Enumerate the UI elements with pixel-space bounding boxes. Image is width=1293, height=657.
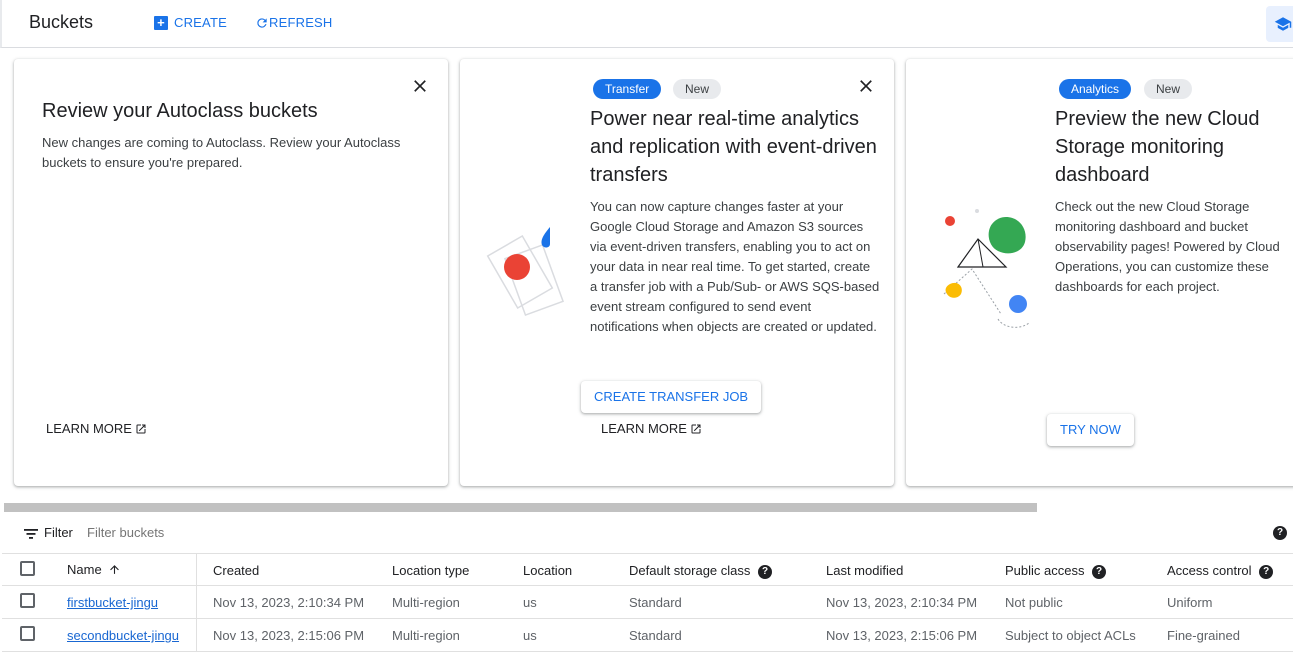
created-cell: Nov 13, 2023, 2:10:34 PM <box>213 595 365 610</box>
refresh-button[interactable]: REFRESH <box>255 15 333 30</box>
learn-button[interactable] <box>1266 6 1293 42</box>
refresh-icon <box>257 17 267 28</box>
table-row: secondbucket-jingu Nov 13, 2023, 2:15:06… <box>2 619 1293 652</box>
table-row: firstbucket-jingu Nov 13, 2023, 2:10:34 … <box>2 586 1293 619</box>
page-title: Buckets <box>29 12 94 32</box>
bucket-name-link[interactable]: firstbucket-jingu <box>67 595 158 610</box>
transfer-chip: Transfer <box>593 79 662 99</box>
page-header: Buckets + CREATE REFRESH <box>0 0 1293 48</box>
table-header-row: Name Created Location type Location Defa… <box>2 553 1293 587</box>
sort-arrow-up-icon <box>109 565 119 574</box>
column-divider <box>196 554 197 587</box>
create-label: CREATE <box>174 15 227 30</box>
column-label: Public access <box>1005 563 1085 578</box>
autoclass-card: Review your Autoclass buckets New change… <box>14 59 448 486</box>
column-header-name[interactable]: Name <box>67 562 121 577</box>
refresh-label: REFRESH <box>269 15 333 30</box>
help-icon[interactable]: ? <box>1273 526 1287 540</box>
new-chip: New <box>673 79 722 99</box>
public-access-cell: Not public <box>1005 595 1063 610</box>
filter-input[interactable] <box>87 525 387 540</box>
learn-more-label: LEARN MORE <box>46 421 132 436</box>
bucket-name-link[interactable]: secondbucket-jingu <box>67 628 179 643</box>
column-header-created[interactable]: Created <box>213 563 259 578</box>
school-hat-icon <box>1274 17 1292 31</box>
learn-more-link[interactable]: LEARN MORE <box>46 421 147 436</box>
column-header-location-type[interactable]: Location type <box>392 563 469 578</box>
created-cell: Nov 13, 2023, 2:15:06 PM <box>213 628 365 643</box>
last-modified-cell: Nov 13, 2023, 2:10:34 PM <box>826 595 978 610</box>
plus-box-icon: + <box>154 15 168 30</box>
public-access-cell: Subject to object ACLs <box>1005 628 1136 643</box>
column-header-public-access[interactable]: Public access ? <box>1005 563 1107 579</box>
location-cell: us <box>523 628 537 643</box>
column-label: Default storage class <box>629 563 751 578</box>
new-chip: New <box>1144 79 1193 99</box>
storage-class-cell: Standard <box>629 595 682 610</box>
column-label: Access control <box>1167 563 1252 578</box>
location-cell: us <box>523 595 537 610</box>
access-control-cell: Fine-grained <box>1167 628 1240 643</box>
card-title: Preview the new Cloud Storage monitoring… <box>1055 108 1260 186</box>
monitoring-card: Analytics New Preview the new Cloud Stor… <box>906 59 1293 486</box>
filter-label: Filter <box>44 525 73 540</box>
card-body: You can now capture changes faster at yo… <box>590 199 880 334</box>
location-type-cell: Multi-region <box>392 595 460 610</box>
location-type-cell: Multi-region <box>392 628 460 643</box>
filter-bar: Filter ? <box>0 518 1293 548</box>
column-divider <box>196 619 197 652</box>
close-icon[interactable] <box>410 76 430 96</box>
help-icon[interactable]: ? <box>1092 564 1107 579</box>
horizontal-scrollbar[interactable] <box>4 503 1037 512</box>
storage-class-cell: Standard <box>629 628 682 643</box>
learn-more-label: LEARN MORE <box>601 421 687 436</box>
column-divider <box>196 586 197 619</box>
access-control-cell: Uniform <box>1167 595 1213 610</box>
help-icon[interactable]: ? <box>1259 564 1274 579</box>
create-button[interactable]: + CREATE <box>154 15 227 30</box>
transfer-illustration <box>486 227 565 316</box>
card-body: Check out the new Cloud Storage monitori… <box>1055 199 1280 294</box>
card-title: Power near real-time analytics and repli… <box>590 108 877 186</box>
column-header-location[interactable]: Location <box>523 563 572 578</box>
open-in-new-icon <box>136 424 146 433</box>
select-all-checkbox[interactable] <box>20 561 35 576</box>
transfer-card: Transfer New Power near real-time analyt… <box>460 59 894 486</box>
card-title: Review your Autoclass buckets <box>42 100 318 122</box>
create-transfer-job-button[interactable]: CREATE TRANSFER JOB <box>581 381 762 413</box>
card-body: New changes are coming to Autoclass. Rev… <box>42 135 401 170</box>
row-checkbox[interactable] <box>20 593 35 608</box>
last-modified-cell: Nov 13, 2023, 2:15:06 PM <box>826 628 978 643</box>
help-icon[interactable]: ? <box>758 564 773 579</box>
open-in-new-icon <box>691 424 701 433</box>
column-header-default-storage-class[interactable]: Default storage class ? <box>629 563 773 579</box>
try-now-button[interactable]: TRY NOW <box>1047 414 1134 446</box>
monitoring-illustration <box>943 209 1031 328</box>
column-header-last-modified[interactable]: Last modified <box>826 563 903 578</box>
close-icon[interactable] <box>856 76 876 96</box>
row-checkbox[interactable] <box>20 626 35 641</box>
analytics-chip: Analytics <box>1059 79 1132 99</box>
filter-list-icon <box>24 529 38 539</box>
column-header-access-control[interactable]: Access control ? <box>1167 563 1274 579</box>
column-label: Name <box>67 562 102 577</box>
learn-more-link[interactable]: LEARN MORE <box>601 421 702 436</box>
